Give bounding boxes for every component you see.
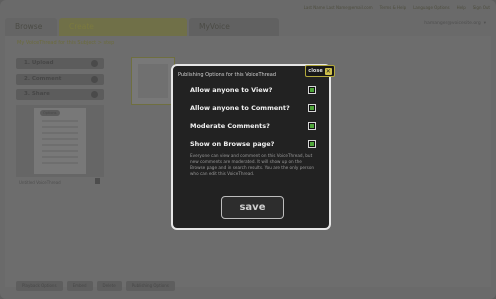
user-menu[interactable]: hamanger@voicesite.org ▾	[424, 19, 486, 29]
slide-preview[interactable]	[131, 57, 175, 105]
app-window: Last Name Last Name@email.com Terms & He…	[0, 0, 496, 299]
trash-icon[interactable]	[95, 178, 100, 184]
comment-icon	[91, 76, 98, 83]
step-share-label: 3. Share	[24, 91, 50, 97]
publishing-options-button[interactable]: Publishing Options	[125, 281, 175, 291]
user-email: hamanger@voicesite.org	[424, 21, 481, 26]
checkbox-allow-comment[interactable]	[308, 104, 316, 112]
delete-button[interactable]: Delete	[96, 281, 122, 291]
option-comment-label: Allow anyone to Comment?	[190, 104, 290, 112]
top-links: Last Name Last Name@email.com Terms & He…	[304, 4, 490, 12]
voicethread-panel: Options	[16, 105, 104, 177]
close-button[interactable]: close ✕	[305, 65, 335, 77]
save-button[interactable]: save	[221, 196, 284, 219]
top-link-language[interactable]: Language Options	[413, 4, 449, 12]
playback-options-button[interactable]: Playback Options	[16, 281, 63, 291]
checkbox-show-browse[interactable]	[308, 140, 316, 148]
step-share[interactable]: 3. Share	[16, 89, 104, 100]
page-lines	[42, 120, 78, 168]
main-tabs: Browse Create MyVoice	[5, 18, 491, 36]
option-browse-label: Show on Browse page?	[190, 140, 275, 148]
edit-options-button[interactable]: Options	[40, 110, 60, 116]
step-upload-label: 1. Upload	[24, 60, 54, 66]
upload-icon	[91, 60, 98, 67]
top-link-signout[interactable]: Sign Out	[473, 4, 490, 12]
voicethread-thumbnail[interactable]: Options	[34, 108, 86, 174]
checkbox-moderate-comments[interactable]	[308, 122, 316, 130]
option-moderate-label: Moderate Comments?	[190, 122, 270, 130]
top-link-help[interactable]: Help	[457, 4, 466, 12]
checkmark-icon	[310, 88, 314, 92]
close-label: close	[308, 68, 323, 74]
dialog-title: Publishing Options for this VoiceThread	[178, 72, 276, 78]
tab-create[interactable]: Create	[59, 18, 187, 36]
close-icon: ✕	[324, 67, 332, 75]
publishing-options-dialog: Publishing Options for this VoiceThread …	[171, 64, 335, 230]
checkmark-icon	[310, 142, 314, 146]
bottom-toolbar: Playback Options Embed Delete Publishing…	[16, 281, 175, 291]
chevron-down-icon: ▾	[483, 21, 486, 26]
step-comment[interactable]: 2. Comment	[16, 74, 104, 85]
top-link-terms[interactable]: Terms & Help	[380, 4, 407, 12]
slide-preview-inner	[138, 64, 168, 98]
embed-button[interactable]: Embed	[66, 281, 93, 291]
option-view-label: Allow anyone to View?	[190, 86, 273, 94]
step-comment-label: 2. Comment	[24, 76, 62, 82]
tab-myvoice[interactable]: MyVoice	[189, 18, 279, 36]
checkmark-icon	[310, 124, 314, 128]
checkbox-allow-view[interactable]	[308, 86, 316, 94]
share-icon	[91, 91, 98, 98]
top-link-account[interactable]: Last Name Last Name@email.com	[304, 4, 373, 12]
publishing-description: Everyone can view and comment on this Vo…	[190, 153, 315, 176]
checkmark-icon	[310, 106, 314, 110]
step-upload[interactable]: 1. Upload	[16, 58, 104, 69]
breadcrumb: My VoiceThread for this Subject > step	[17, 40, 115, 46]
tab-browse[interactable]: Browse	[5, 18, 57, 36]
voicethread-title: Untitled VoiceThread	[19, 180, 61, 185]
